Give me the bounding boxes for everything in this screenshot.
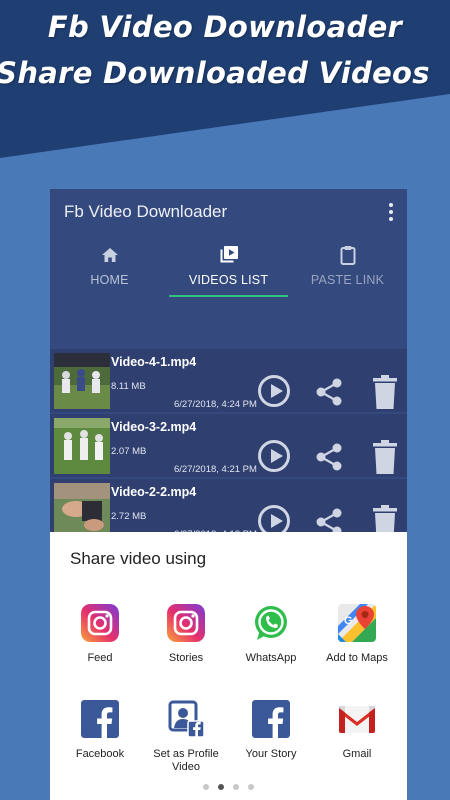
video-list-item[interactable]: Video-3-2.mp4 2.07 MB 6/27/2018, 4:21 PM (50, 414, 407, 477)
share-target-facebook[interactable]: Facebook (55, 700, 145, 761)
share-target-label: Gmail (342, 748, 372, 760)
share-target-label: Feed (87, 652, 113, 664)
facebook-icon (252, 700, 290, 738)
tab-videos-list[interactable]: VIDEOS LIST (169, 235, 288, 299)
share-sheet: Share video using Feed Stories WhatsApp … (50, 532, 407, 800)
video-filesize: 2.72 MB (111, 511, 147, 522)
video-filename: Video-2-2.mp4 (111, 485, 197, 499)
svg-text:G: G (344, 615, 353, 627)
page-dot[interactable] (203, 784, 209, 790)
page-indicator (50, 784, 407, 790)
share-target-gmail[interactable]: Gmail (312, 700, 402, 761)
share-target-whatsapp[interactable]: WhatsApp (226, 604, 316, 665)
page-dot[interactable] (248, 784, 254, 790)
gmail-icon (338, 700, 376, 738)
facebook-profile-icon (167, 700, 205, 738)
clipboard-icon (338, 245, 358, 265)
page-dot[interactable] (233, 784, 239, 790)
delete-icon[interactable] (370, 375, 400, 409)
app-bar: Fb Video Downloader (50, 189, 407, 235)
share-target-label: Add to Maps (326, 652, 388, 664)
share-target-label: Your Story (245, 748, 297, 760)
play-icon[interactable] (258, 375, 290, 407)
home-icon (100, 245, 120, 265)
video-thumbnail (54, 353, 110, 409)
tab-paste-link-label: PASTE LINK (310, 273, 385, 287)
video-filename: Video-3-2.mp4 (111, 420, 197, 434)
video-library-icon (219, 245, 239, 265)
tab-paste-link[interactable]: PASTE LINK (288, 235, 407, 299)
share-target-your-story[interactable]: Your Story (226, 700, 316, 761)
promo-headline: Fb Video Downloader (47, 10, 403, 44)
video-thumbnail (54, 418, 110, 474)
page-dot-active[interactable] (218, 784, 224, 790)
share-target-stories[interactable]: Stories (141, 604, 231, 665)
more-vert-icon[interactable] (387, 203, 395, 221)
video-filesize: 2.07 MB (111, 446, 147, 457)
share-target-label: Facebook (75, 748, 125, 760)
share-sheet-title: Share video using (70, 549, 207, 568)
video-date: 6/27/2018, 4:24 PM (174, 399, 257, 410)
instagram-icon (81, 604, 119, 642)
video-filename: Video-4-1.mp4 (111, 355, 197, 369)
share-icon[interactable] (314, 442, 344, 472)
tab-home[interactable]: HOME (50, 235, 169, 299)
tab-videos-list-label: VIDEOS LIST (188, 273, 269, 287)
share-target-feed[interactable]: Feed (55, 604, 145, 665)
video-list: Video-4-1.mp4 8.11 MB 6/27/2018, 4:24 PM… (50, 349, 407, 544)
whatsapp-icon (252, 604, 290, 642)
video-filesize: 8.11 MB (111, 381, 146, 392)
share-target-label: Set as Profile Video (153, 748, 219, 773)
video-thumbnail (54, 483, 110, 539)
play-icon[interactable] (258, 440, 290, 472)
share-icon[interactable] (314, 377, 344, 407)
share-target-add-to-maps[interactable]: G Add to Maps (312, 604, 402, 665)
google-maps-icon: G (338, 604, 376, 642)
instagram-icon (167, 604, 205, 642)
video-date: 6/27/2018, 4:21 PM (174, 464, 257, 475)
share-target-set-profile-video[interactable]: Set as Profile Video (141, 700, 231, 774)
promo-subheadline: Share Downloaded Videos (0, 56, 430, 90)
facebook-icon (81, 700, 119, 738)
video-list-item[interactable]: Video-4-1.mp4 8.11 MB 6/27/2018, 4:24 PM (50, 349, 407, 412)
tab-bar: HOME VIDEOS LIST PASTE LINK (50, 235, 407, 299)
app-title: Fb Video Downloader (64, 202, 228, 221)
tab-home-label: HOME (90, 273, 129, 287)
delete-icon[interactable] (370, 440, 400, 474)
share-target-label: WhatsApp (245, 652, 297, 664)
share-target-label: Stories (168, 652, 204, 664)
